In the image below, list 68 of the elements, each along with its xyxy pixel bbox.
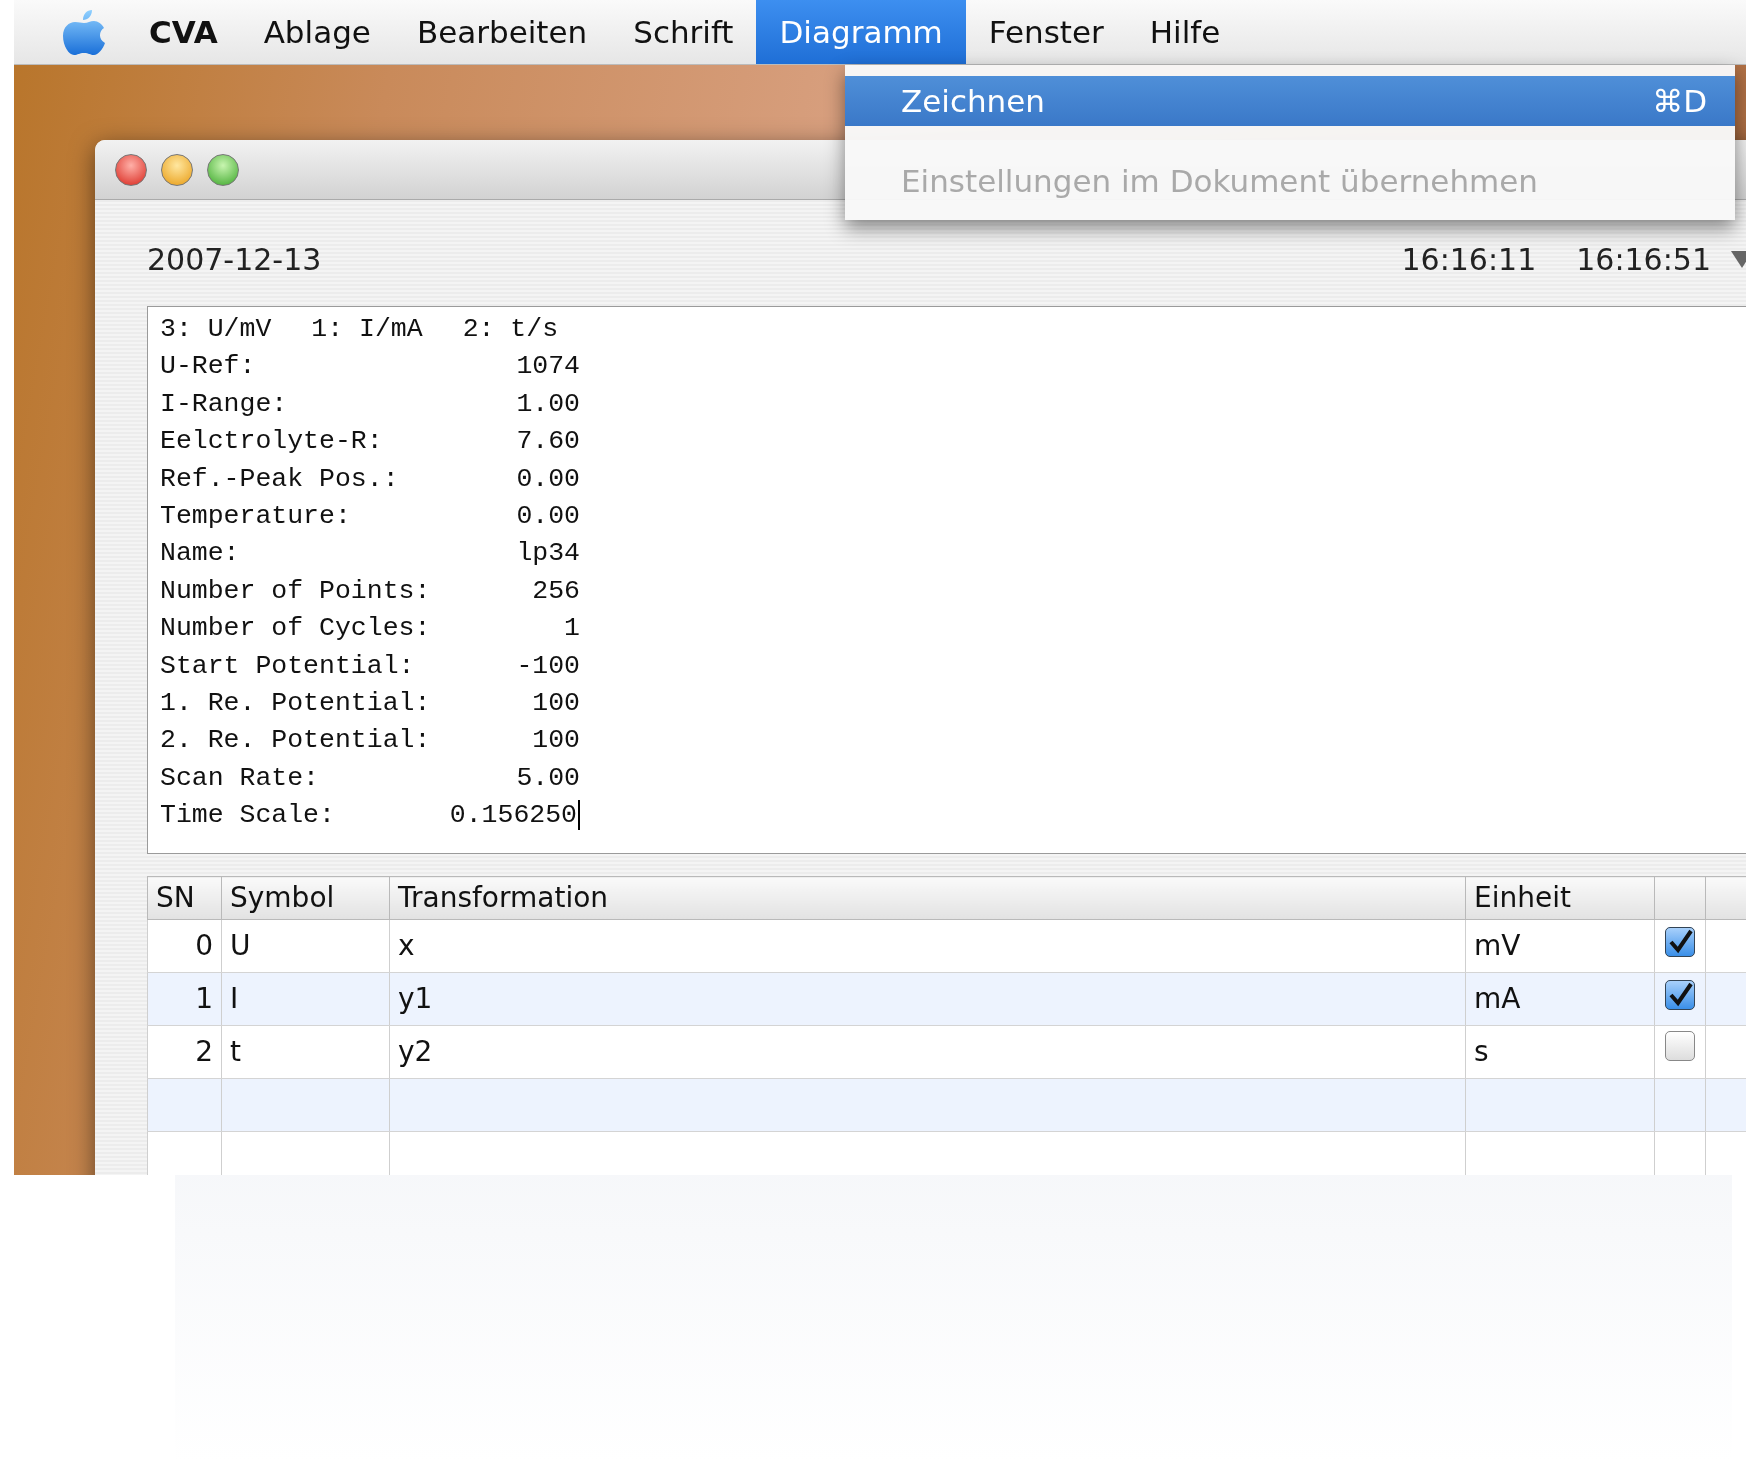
menu-item-label: Einstellungen im Dokument übernehmen (901, 161, 1538, 201)
parameter-label: Number of Points: (160, 574, 431, 608)
text-cursor (578, 800, 580, 831)
parameter-value: 256 (532, 575, 580, 606)
parameter-label: 1. Re. Potential: (160, 687, 431, 721)
checkbox[interactable] (1665, 1031, 1695, 1061)
menu-item[interactable]: Bearbeiten (393, 0, 611, 64)
menu-item[interactable]: CVA (126, 0, 241, 64)
end-time: 16:16:51 (1576, 240, 1711, 279)
parameter-label: Ref.-Peak Pos.: (160, 462, 399, 496)
parameter-value: 1.00 (516, 388, 580, 419)
parameter-value: 100 (532, 725, 580, 756)
column-header[interactable]: Transformation (389, 876, 1466, 920)
menu-item[interactable]: Zeichnen ⌘D (845, 76, 1735, 126)
menu-item[interactable]: Ablage (240, 0, 394, 64)
column-header[interactable]: Symbol (221, 876, 390, 920)
parameter-label: Eelctrolyte-R: (160, 425, 383, 459)
parameter-value: 100 (532, 688, 580, 719)
table-cell: 2 (147, 1025, 222, 1079)
parameter-label: Number of Cycles: (160, 612, 431, 646)
minimize-button[interactable] (161, 153, 193, 186)
parameter-value: 1074 (516, 351, 580, 382)
parameter-value: lp34 (516, 538, 580, 569)
parameter-label: Temperature: (160, 500, 351, 534)
table-cell: x (389, 919, 1466, 973)
menu-item-label: Zeichnen (901, 81, 1045, 121)
column-legend-text: 2: t/s (462, 313, 559, 346)
menu-item[interactable]: Hilfe (1126, 0, 1244, 64)
parameter-label: Name: (160, 537, 240, 571)
table-cell: y2 (389, 1025, 1466, 1079)
parameter-value: 0.156250 (449, 800, 577, 831)
zoom-button[interactable] (207, 153, 239, 186)
parameter-value: 0.00 (516, 501, 580, 532)
parameter-label: Start Potential: (160, 649, 415, 683)
parameter-label: Time Scale: (160, 799, 335, 833)
table-cell: mA (1465, 972, 1655, 1026)
parameter-value: 0.00 (516, 463, 580, 494)
column-header[interactable]: Einheit (1465, 876, 1655, 920)
parameter-value: -100 (516, 650, 580, 681)
checkbox[interactable] (1665, 927, 1695, 957)
table-cell: I (221, 972, 390, 1026)
parameter-label: 2. Re. Potential: (160, 724, 431, 758)
parameter-label: U-Ref: (160, 350, 256, 384)
table-cell: 1 (147, 972, 222, 1026)
table-cell: y1 (389, 972, 1466, 1026)
start-time: 16:16:11 (1401, 240, 1537, 279)
parameter-value: 1 (564, 613, 580, 644)
table-cell: mV (1465, 919, 1655, 973)
column-legend-text: 3: U/mV (160, 313, 272, 346)
menu-item[interactable]: Schrift (610, 0, 757, 64)
text-area[interactable] (147, 306, 1746, 854)
close-button[interactable] (115, 153, 147, 186)
apple-logo-icon[interactable] (62, 8, 106, 56)
parameter-value: 7.60 (516, 426, 580, 457)
menu-item[interactable]: Fenster (965, 0, 1127, 64)
table-cell: t (221, 1025, 390, 1079)
table-cell: U (221, 919, 390, 973)
table-cell: 0 (147, 919, 222, 973)
parameter-label: Scan Rate: (160, 761, 320, 795)
menu-item[interactable]: Diagramm (756, 0, 966, 64)
table-cell: s (1465, 1025, 1655, 1079)
shortcut-text: ⌘D (1652, 81, 1707, 121)
date-text: 2007-12-13 (147, 240, 322, 279)
parameter-value: 5.00 (516, 762, 580, 793)
parameter-label: I-Range: (160, 387, 288, 421)
column-header[interactable]: SN (147, 876, 222, 920)
column-legend-text: 1: I/mA (311, 313, 423, 346)
checkbox[interactable] (1665, 980, 1695, 1010)
